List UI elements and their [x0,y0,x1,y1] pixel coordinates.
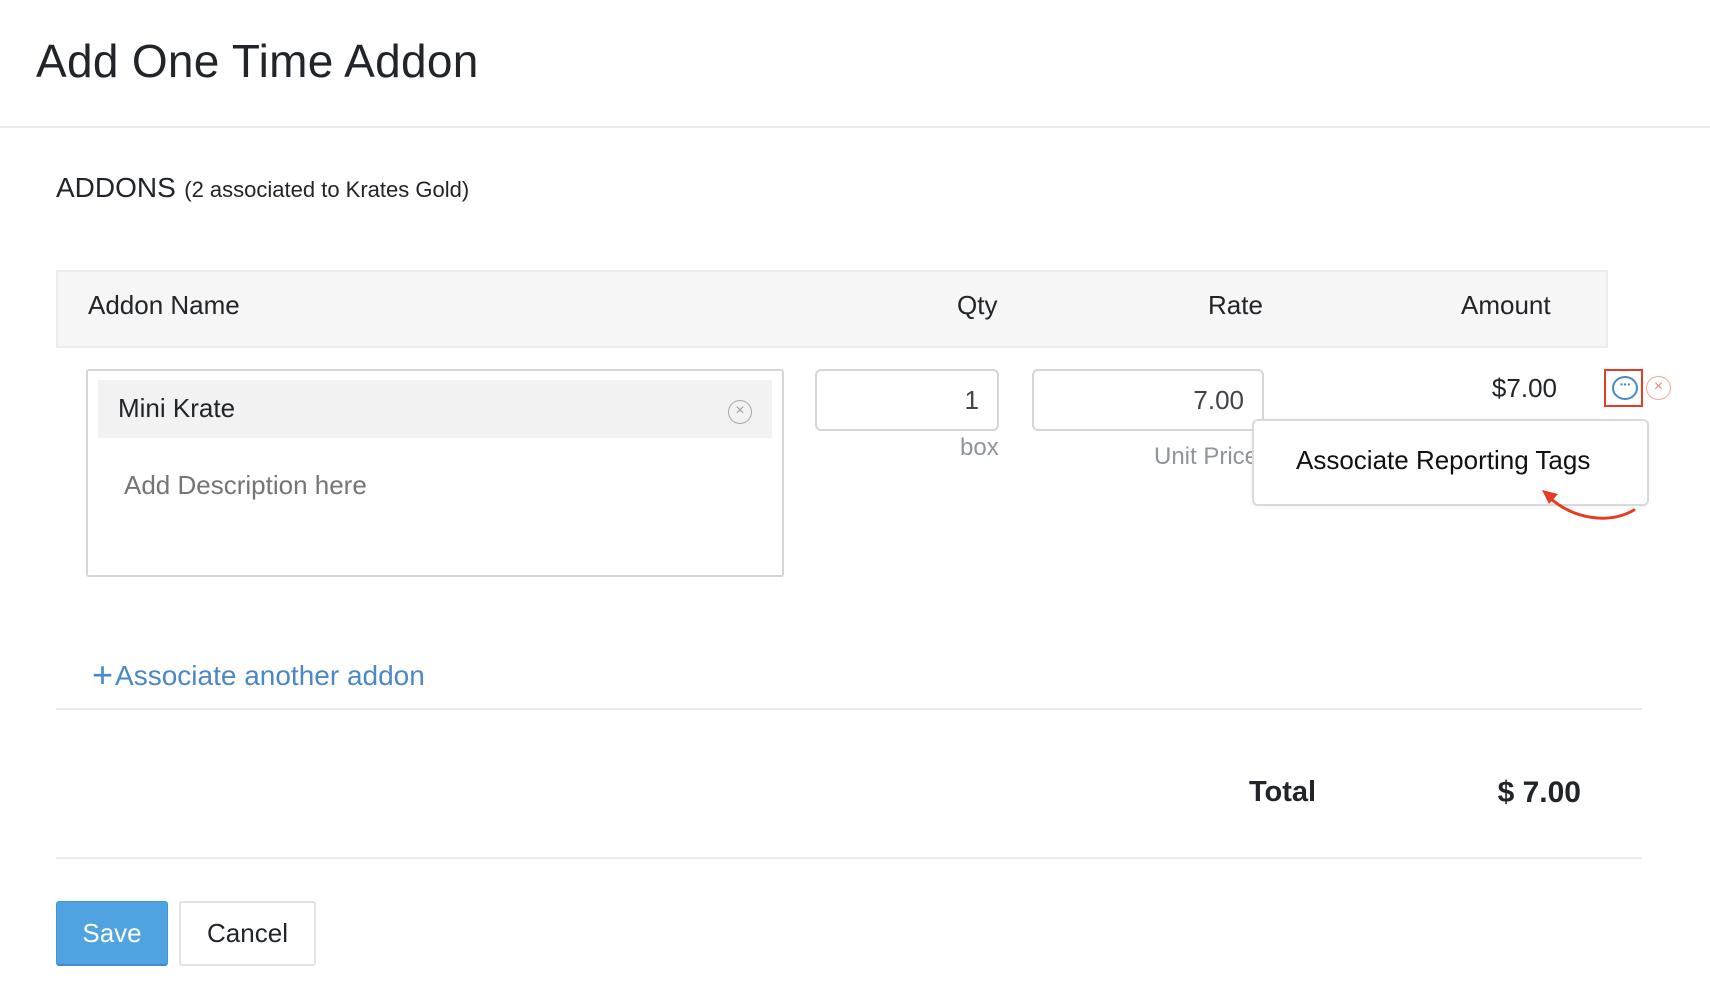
total-label: Total [1249,776,1317,808]
associate-another-addon-label: Associate another addon [115,660,425,691]
associate-another-addon-link[interactable]: +Associate another addon [92,652,425,695]
plus-icon: + [92,654,114,695]
divider [56,857,1642,859]
header-divider [0,126,1710,128]
annotation-arrow-icon [1542,490,1636,520]
more-options-icon[interactable]: ··· [1612,376,1638,400]
remove-row-icon[interactable]: × [1646,376,1671,400]
cancel-button[interactable]: Cancel [179,901,316,966]
qty-input[interactable] [815,369,999,431]
clear-addon-icon[interactable]: × [728,400,752,424]
row-amount: $7.00 [1491,373,1557,403]
qty-unit-label: box [960,434,999,461]
associate-reporting-tags-option[interactable]: Associate Reporting Tags [1296,445,1590,476]
description-input[interactable] [124,470,744,501]
column-header-amount: Amount [1461,290,1551,320]
column-header-addon-name: Addon Name [88,290,240,320]
column-header-qty: Qty [957,290,998,320]
column-header-rate: Rate [1208,290,1263,320]
save-button[interactable]: Save [56,901,168,966]
total-value: $ 7.00 [1497,776,1581,809]
page-title: Add One Time Addon [36,35,479,87]
rate-input[interactable] [1032,369,1264,431]
section-title: ADDONS [56,172,176,203]
divider [56,708,1642,710]
table-header [56,270,1608,348]
section-subtitle: (2 associated to Krates Gold) [184,177,470,202]
section-heading: ADDONS (2 associated to Krates Gold) [56,172,469,204]
selected-addon-name: Mini Krate [118,393,236,423]
rate-unit-label: Unit Price [1154,443,1256,470]
